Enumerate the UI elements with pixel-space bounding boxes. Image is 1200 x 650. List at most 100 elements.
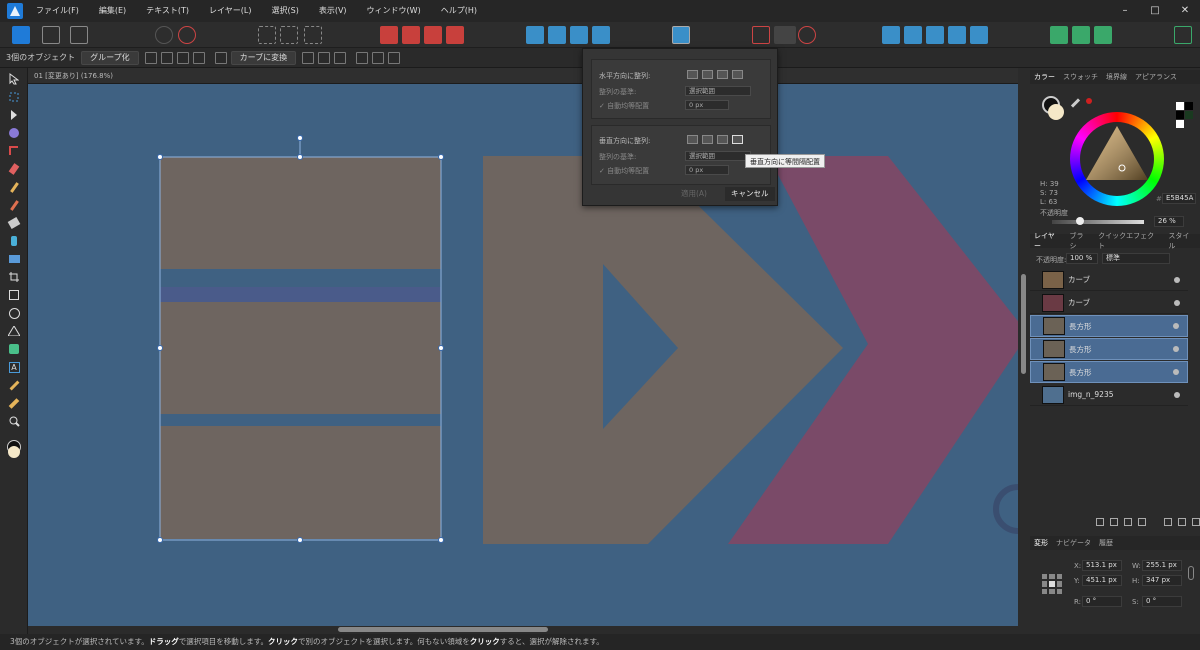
horizontal-scrollbar[interactable] bbox=[28, 626, 1018, 634]
align-center-icon[interactable] bbox=[318, 51, 331, 64]
menu-view[interactable]: 表示(V) bbox=[309, 0, 357, 22]
layer-row[interactable]: カーブ bbox=[1030, 269, 1188, 291]
vertical-auto-distribute-checkbox[interactable]: ✓ 自動均等配置 bbox=[599, 166, 649, 176]
apply-button[interactable]: 適用(A) bbox=[675, 187, 713, 201]
visibility-dot-icon[interactable] bbox=[1173, 346, 1179, 352]
vertical-basis-select[interactable]: 選択範囲 bbox=[685, 151, 751, 161]
node-tool-icon[interactable] bbox=[7, 108, 21, 122]
maximize-icon[interactable]: □ bbox=[1140, 0, 1170, 22]
layer-row[interactable]: 長方形 bbox=[1030, 338, 1188, 360]
rotate-right-icon[interactable] bbox=[592, 26, 610, 44]
tab-appearance[interactable]: アピアランス bbox=[1131, 72, 1181, 82]
adjustment-icon[interactable] bbox=[1110, 518, 1118, 526]
align-right-icon[interactable] bbox=[334, 51, 347, 64]
vector-brush-tool-icon[interactable] bbox=[7, 198, 21, 212]
anchor-point-selector[interactable] bbox=[1042, 574, 1062, 594]
rectangle-tool-icon[interactable] bbox=[7, 288, 21, 302]
resize-handle-br[interactable] bbox=[438, 537, 444, 543]
triangle-tool-icon[interactable] bbox=[7, 324, 21, 338]
arrange-back-icon[interactable] bbox=[380, 26, 398, 44]
opacity-input[interactable]: 26 % bbox=[1154, 216, 1184, 227]
duplicate-layer-icon[interactable] bbox=[1178, 518, 1186, 526]
transform-origin-icon[interactable] bbox=[144, 51, 157, 64]
color-picker-tool-icon[interactable] bbox=[7, 378, 21, 392]
pie-icon[interactable] bbox=[1094, 26, 1112, 44]
canvas[interactable] bbox=[28, 84, 1018, 634]
visibility-dot-icon[interactable] bbox=[1174, 299, 1180, 306]
tab-styles[interactable]: スタイル bbox=[1164, 231, 1200, 251]
close-icon[interactable]: ✕ bbox=[1170, 0, 1200, 22]
menu-select[interactable]: 選択(S) bbox=[262, 0, 309, 22]
width-input[interactable]: 255.1 px bbox=[1142, 560, 1182, 571]
divide-icon[interactable] bbox=[970, 26, 988, 44]
visibility-dot-icon[interactable] bbox=[1174, 276, 1180, 283]
resize-handle-r[interactable] bbox=[438, 345, 444, 351]
shape-tool-icon[interactable] bbox=[7, 342, 21, 356]
pencil-tool-icon[interactable] bbox=[7, 180, 21, 194]
fill-swatch[interactable] bbox=[1048, 104, 1064, 120]
place-image-icon[interactable] bbox=[7, 252, 21, 266]
tab-swatches[interactable]: スウォッチ bbox=[1059, 72, 1102, 82]
subtract-icon[interactable] bbox=[904, 26, 922, 44]
crop-tool-icon[interactable] bbox=[7, 270, 21, 284]
tab-layers[interactable]: レイヤー bbox=[1030, 231, 1065, 251]
visibility-dot-icon[interactable] bbox=[1174, 391, 1180, 398]
intersect-icon[interactable] bbox=[926, 26, 944, 44]
export-persona-icon[interactable] bbox=[70, 26, 88, 44]
add-layer-icon[interactable] bbox=[1164, 518, 1172, 526]
ruler-tool-icon[interactable] bbox=[7, 396, 21, 410]
visibility-dot-icon[interactable] bbox=[1173, 323, 1179, 329]
arrange-backward-icon[interactable] bbox=[402, 26, 420, 44]
insert-top-icon[interactable] bbox=[280, 26, 298, 44]
height-input[interactable]: 347 px bbox=[1142, 575, 1182, 586]
horizontal-auto-distribute-checkbox[interactable]: ✓ 自動均等配置 bbox=[599, 101, 649, 111]
add-icon[interactable] bbox=[882, 26, 900, 44]
fill-color-swatch[interactable] bbox=[8, 446, 20, 458]
quick-mask-icon[interactable] bbox=[1050, 26, 1068, 44]
fx-icon[interactable] bbox=[1124, 518, 1132, 526]
horizontal-basis-select[interactable]: 選択範囲 bbox=[685, 86, 751, 96]
shear-input[interactable]: 0 ° bbox=[1142, 596, 1182, 607]
convert-to-curves-button[interactable]: カーブに変換 bbox=[230, 50, 297, 65]
rotate-left-icon[interactable] bbox=[570, 26, 588, 44]
tab-quick-effects[interactable]: クイックエフェクト bbox=[1094, 231, 1164, 251]
resize-handle-l[interactable] bbox=[157, 345, 163, 351]
rotate-handle[interactable] bbox=[297, 135, 303, 141]
tab-brushes[interactable]: ブラシ bbox=[1065, 231, 1094, 251]
align-middle-icon[interactable] bbox=[372, 51, 385, 64]
align-icon[interactable] bbox=[672, 26, 690, 44]
swatch-grid[interactable] bbox=[1176, 102, 1194, 132]
arrange-front-icon[interactable] bbox=[446, 26, 464, 44]
resize-handle-tl[interactable] bbox=[157, 154, 163, 160]
tab-stroke[interactable]: 境界線 bbox=[1102, 72, 1131, 82]
group-icon[interactable] bbox=[1138, 518, 1146, 526]
insert-behind-icon[interactable] bbox=[258, 26, 276, 44]
group-button[interactable]: グループ化 bbox=[81, 50, 139, 65]
crop-icon[interactable] bbox=[752, 26, 770, 44]
menu-text[interactable]: テキスト(T) bbox=[136, 0, 199, 22]
rotate-icon[interactable] bbox=[176, 51, 189, 64]
align-top-icon[interactable] bbox=[356, 51, 369, 64]
y-input[interactable]: 451.1 px bbox=[1082, 575, 1122, 586]
color-wheel[interactable] bbox=[1070, 112, 1164, 206]
pen-tool-icon[interactable] bbox=[7, 162, 21, 176]
align-bottom-icon[interactable] bbox=[388, 51, 401, 64]
text-tool-icon[interactable]: A bbox=[7, 360, 21, 374]
layer-row[interactable]: 長方形 bbox=[1030, 361, 1188, 383]
tab-transform[interactable]: 変形 bbox=[1030, 538, 1052, 548]
xor-icon[interactable] bbox=[948, 26, 966, 44]
tab-history[interactable]: 履歴 bbox=[1095, 538, 1117, 548]
designer-persona-icon[interactable] bbox=[12, 26, 30, 44]
vertical-scrollbar[interactable] bbox=[1018, 84, 1030, 634]
pixel-persona-icon[interactable] bbox=[42, 26, 60, 44]
x-input[interactable]: 513.1 px bbox=[1082, 560, 1122, 571]
menu-file[interactable]: ファイル(F) bbox=[26, 0, 89, 22]
corner-tool-icon[interactable] bbox=[7, 144, 21, 158]
tab-navigator[interactable]: ナビゲータ bbox=[1052, 538, 1095, 548]
zoom-tool-icon[interactable] bbox=[7, 414, 21, 428]
vertical-spacing-field[interactable]: 0 px bbox=[685, 165, 729, 175]
blend-mode-select[interactable]: 標準 bbox=[1102, 253, 1170, 264]
mask-icon[interactable] bbox=[1096, 518, 1104, 526]
tab-color[interactable]: カラー bbox=[1030, 72, 1059, 82]
eyedropper-icon[interactable] bbox=[1070, 98, 1084, 108]
